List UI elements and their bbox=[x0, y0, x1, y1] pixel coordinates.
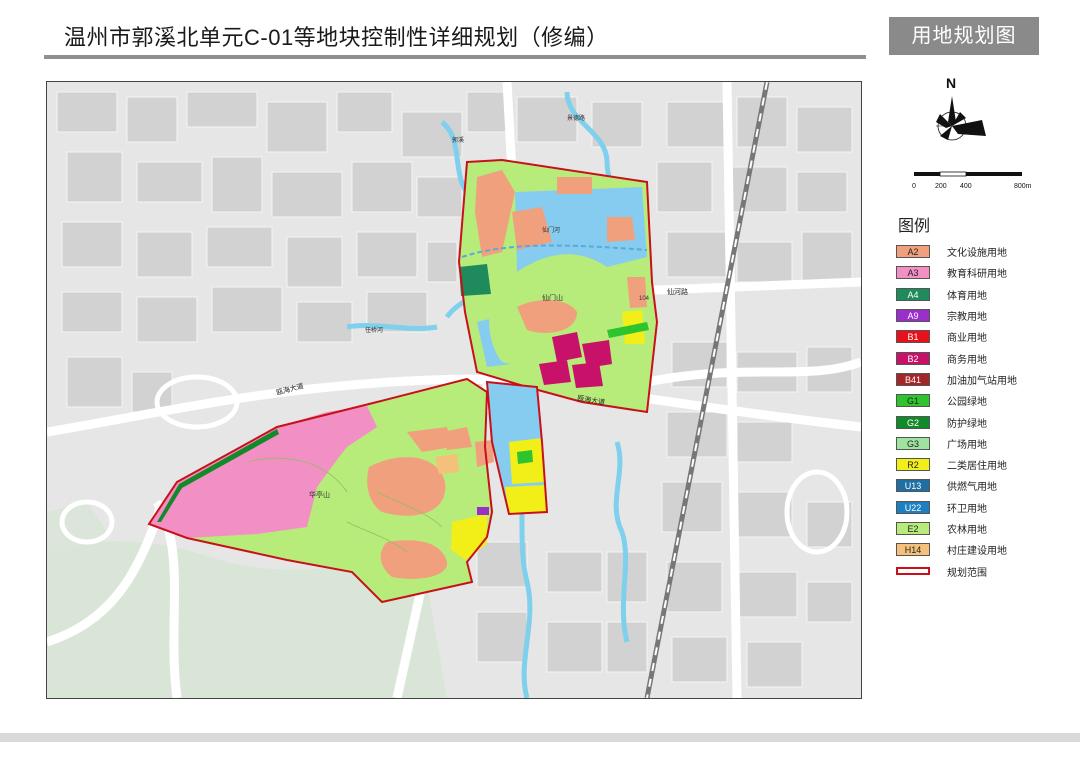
legend-item: G3 广场用地 bbox=[896, 433, 1017, 454]
parcel-b2-3 bbox=[539, 360, 571, 385]
legend-label: 商务用地 bbox=[947, 354, 987, 366]
label-huatingshan: 华亭山 bbox=[309, 490, 330, 499]
page-title: 温州市郭溪北单元C-01等地块控制性详细规划（修编） bbox=[64, 25, 609, 50]
parcel-a2-hill-1 bbox=[367, 457, 446, 516]
legend-label: 规划范围 bbox=[947, 567, 987, 579]
label-road-104: 104 bbox=[639, 296, 650, 302]
legend-label: 体育用地 bbox=[947, 290, 987, 302]
legend-item: G1 公园绿地 bbox=[896, 390, 1017, 411]
legend-swatch-boundary bbox=[896, 567, 930, 576]
label-xianhe-road: 仙河路 bbox=[667, 287, 688, 296]
legend-swatch: B41 bbox=[896, 372, 930, 386]
scale-tick-1: 200 bbox=[935, 183, 947, 190]
legend-item: A4 体育用地 bbox=[896, 284, 1017, 305]
legend-label: 农林用地 bbox=[947, 525, 987, 536]
legend-item: 规划范围 bbox=[896, 560, 1017, 581]
parcel-a2-north-4 bbox=[607, 217, 635, 242]
legend-label: 环卫用地 bbox=[947, 503, 987, 515]
legend-item: E2 农林用地 bbox=[896, 518, 1017, 539]
legend-item: H14 村庄建设用地 bbox=[896, 539, 1017, 560]
scale-tick-3: 800m bbox=[1014, 183, 1032, 190]
north-arrow: N bbox=[912, 74, 1012, 154]
legend-label: 村庄建设用地 bbox=[947, 546, 1007, 558]
parcel-b2-4 bbox=[572, 362, 603, 388]
legend-swatch: G3 bbox=[896, 436, 930, 450]
legend-swatch: A9 bbox=[896, 309, 930, 323]
legend-title: 图例 bbox=[898, 218, 931, 235]
legend-label: 公园绿地 bbox=[947, 397, 987, 409]
legend-item: A2 文化设施用地 bbox=[896, 241, 1017, 262]
legend-item: G2 防护绿地 bbox=[896, 411, 1017, 432]
legend-item: A9 宗教用地 bbox=[896, 305, 1017, 326]
legend-swatch: A3 bbox=[896, 266, 930, 280]
legend-item: U13 供燃气用地 bbox=[896, 475, 1017, 496]
legend-swatch: H14 bbox=[896, 543, 930, 557]
legend-label: 宗教用地 bbox=[947, 312, 987, 324]
legend-label: 教育科研用地 bbox=[947, 269, 1007, 281]
map-canvas: 华亭山 仙门山 仙门河 任桥河 郭溪 瓯海大道 瓯海大道 仙河路 景德路 104 bbox=[47, 82, 861, 698]
legend-item: A3 教育科研用地 bbox=[896, 262, 1017, 283]
legend-swatch: E2 bbox=[896, 522, 930, 535]
legend-swatch: R2 bbox=[896, 458, 930, 472]
legend-swatch: A4 bbox=[896, 287, 930, 301]
label-renqiaohe: 任桥河 bbox=[365, 326, 383, 334]
legend-label: 供燃气用地 bbox=[947, 482, 997, 494]
map-type-badge: 用地规划图 bbox=[889, 17, 1039, 55]
legend: A2 文化设施用地 A3 教育科研用地 A4 体育用地 A9 宗教用地 B1 商业用地 B… bbox=[896, 241, 1017, 582]
legend-swatch: G1 bbox=[896, 394, 930, 408]
parcel-a2-north-3 bbox=[557, 177, 592, 194]
legend-swatch: G2 bbox=[896, 415, 930, 429]
legend-label: 加油加气站用地 bbox=[947, 375, 1017, 387]
legend-item: B41 加油加气站用地 bbox=[896, 369, 1017, 390]
legend-label: 二类居住用地 bbox=[947, 461, 1007, 473]
legend-item: R2 二类居住用地 bbox=[896, 454, 1017, 475]
label-jingye-road: 景德路 bbox=[567, 114, 585, 122]
legend-swatch: B2 bbox=[896, 351, 930, 365]
legend-item: U22 环卫用地 bbox=[896, 497, 1017, 518]
parcel-a4 bbox=[459, 264, 491, 296]
legend-swatch: A2 bbox=[896, 245, 930, 259]
label-xianmenhe: 仙门河 bbox=[542, 226, 560, 234]
north-label: N bbox=[946, 75, 956, 91]
legend-label: 商业用地 bbox=[947, 333, 987, 345]
title-divider bbox=[44, 55, 866, 59]
legend-swatch: U22 bbox=[896, 500, 930, 514]
legend-swatch: U13 bbox=[896, 479, 930, 493]
label-guoxi: 郭溪 bbox=[452, 136, 464, 144]
legend-label: 广场用地 bbox=[947, 439, 987, 451]
legend-label: 防护绿地 bbox=[947, 418, 987, 430]
legend-swatch: B1 bbox=[896, 330, 930, 344]
scale-tick-2: 400 bbox=[960, 183, 972, 190]
scale-tick-0: 0 bbox=[912, 183, 916, 190]
parcel-b2-1 bbox=[552, 332, 582, 362]
land-use-map[interactable]: 华亭山 仙门山 仙门河 任桥河 郭溪 瓯海大道 瓯海大道 仙河路 景德路 104 bbox=[46, 81, 862, 699]
legend-item: B1 商业用地 bbox=[896, 326, 1017, 347]
scale-bar: 0 200 400 800m bbox=[908, 168, 1048, 198]
label-xianmenshan: 仙门山 bbox=[542, 293, 563, 302]
legend-label: 文化设施用地 bbox=[947, 248, 1007, 260]
legend-item: B2 商务用地 bbox=[896, 347, 1017, 368]
footer-bar bbox=[0, 733, 1080, 742]
